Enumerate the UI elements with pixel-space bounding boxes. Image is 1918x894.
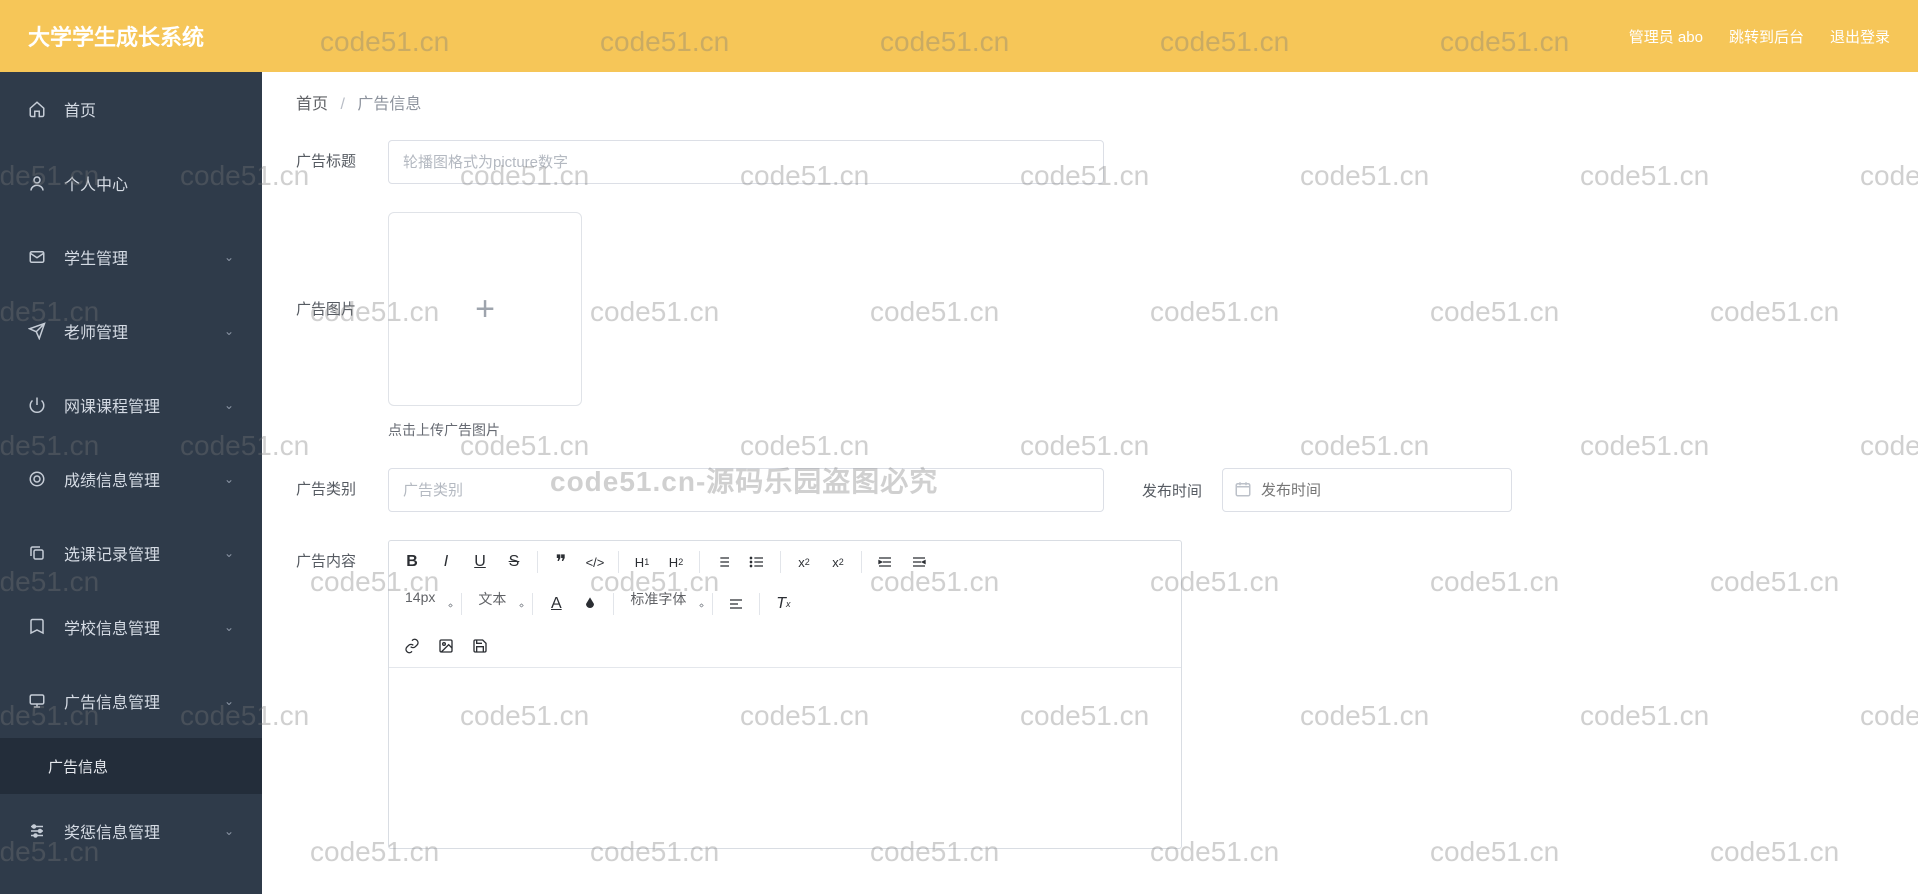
rich-text-editor: B I U S ❞ </> H1 H2 <box>388 540 1182 849</box>
sidebar-item-label: 学校信息管理 <box>64 615 224 639</box>
editor-body[interactable] <box>389 668 1181 848</box>
link-backstage[interactable]: 跳转到后台 <box>1729 26 1804 47</box>
label-pubtime: 发布时间 <box>1142 480 1222 501</box>
font-family-select[interactable]: 标准字体 <box>622 589 704 619</box>
sidebar-item-10[interactable]: 课程表管理⌄ <box>0 868 262 894</box>
sidebar-item-label: 奖惩信息管理 <box>64 819 224 843</box>
admin-label[interactable]: 管理员 abo <box>1629 26 1703 47</box>
underline-icon[interactable]: U <box>465 547 495 577</box>
editor-toolbar: B I U S ❞ </> H1 H2 <box>389 541 1181 668</box>
sidebar-item-label: 学生管理 <box>64 245 224 269</box>
sidebar-item-4[interactable]: 网课课程管理⌄ <box>0 368 262 442</box>
align-icon[interactable] <box>721 589 751 619</box>
breadcrumb-current: 广告信息 <box>357 96 421 113</box>
label-ad-image: 广告图片 <box>296 212 388 319</box>
unordered-list-icon[interactable] <box>742 547 772 577</box>
chevron-down-icon: ⌄ <box>224 694 234 708</box>
sidebar-item-6[interactable]: 选课记录管理⌄ <box>0 516 262 590</box>
link-logout[interactable]: 退出登录 <box>1830 26 1890 47</box>
upload-ad-image[interactable]: + <box>388 212 582 406</box>
monitor-icon <box>28 692 46 710</box>
label-ad-title: 广告标题 <box>296 140 388 171</box>
chevron-down-icon: ⌄ <box>224 546 234 560</box>
font-size-select[interactable]: 14px <box>397 589 453 619</box>
superscript-icon[interactable]: x2 <box>823 547 853 577</box>
sliders-icon <box>28 822 46 840</box>
breadcrumb: 首页 / 广告信息 <box>296 90 1888 114</box>
save-icon[interactable] <box>465 631 495 661</box>
chevron-down-icon: ⌄ <box>224 472 234 486</box>
sidebar-item-label: 网课课程管理 <box>64 393 224 417</box>
chevron-down-icon: ⌄ <box>224 324 234 338</box>
strike-icon[interactable]: S <box>499 547 529 577</box>
sidebar: 首页个人中心学生管理⌄老师管理⌄网课课程管理⌄成绩信息管理⌄选课记录管理⌄学校信… <box>0 72 262 894</box>
home-icon <box>28 100 46 118</box>
image-icon[interactable] <box>431 631 461 661</box>
code-icon[interactable]: </> <box>580 547 610 577</box>
app-title: 大学学生成长系统 <box>28 20 204 52</box>
sidebar-item-0[interactable]: 首页 <box>0 72 262 146</box>
chevron-down-icon: ⌄ <box>224 620 234 634</box>
sidebar-item-label: 首页 <box>64 97 234 121</box>
sidebar-item-2[interactable]: 学生管理⌄ <box>0 220 262 294</box>
breadcrumb-home[interactable]: 首页 <box>296 96 328 113</box>
send-icon <box>28 322 46 340</box>
font-color-icon[interactable]: A <box>541 589 571 619</box>
italic-icon[interactable]: I <box>431 547 461 577</box>
copy-icon <box>28 544 46 562</box>
indent-left-icon[interactable] <box>870 547 900 577</box>
indent-right-icon[interactable] <box>904 547 934 577</box>
sidebar-item-7[interactable]: 学校信息管理⌄ <box>0 590 262 664</box>
sidebar-item-1[interactable]: 个人中心 <box>0 146 262 220</box>
user-icon <box>28 174 46 192</box>
sidebar-item-label: 老师管理 <box>64 319 224 343</box>
input-pubtime[interactable] <box>1222 468 1512 512</box>
upload-hint: 点击上传广告图片 <box>388 420 582 440</box>
breadcrumb-sep: / <box>340 96 344 113</box>
target-icon <box>28 470 46 488</box>
bg-color-icon[interactable] <box>575 589 605 619</box>
h1-icon[interactable]: H1 <box>627 547 657 577</box>
power-icon <box>28 396 46 414</box>
bold-icon[interactable]: B <box>397 547 427 577</box>
sidebar-item-label: 广告信息管理 <box>64 689 224 713</box>
sidebar-item-label: 选课记录管理 <box>64 541 224 565</box>
label-ad-content: 广告内容 <box>296 540 388 571</box>
sidebar-subitem[interactable]: 广告信息 <box>0 738 262 794</box>
subscript-icon[interactable]: x2 <box>789 547 819 577</box>
sidebar-item-5[interactable]: 成绩信息管理⌄ <box>0 442 262 516</box>
sidebar-item-label: 成绩信息管理 <box>64 467 224 491</box>
sidebar-item-3[interactable]: 老师管理⌄ <box>0 294 262 368</box>
sidebar-item-label: 个人中心 <box>64 171 234 195</box>
sidebar-item-8[interactable]: 广告信息管理⌄ <box>0 664 262 738</box>
label-ad-category: 广告类别 <box>296 468 388 499</box>
chevron-down-icon: ⌄ <box>224 824 234 838</box>
mail-icon <box>28 248 46 266</box>
plus-icon: + <box>475 290 495 329</box>
sidebar-item-9[interactable]: 奖惩信息管理⌄ <box>0 794 262 868</box>
quote-icon[interactable]: ❞ <box>546 547 576 577</box>
input-ad-title[interactable] <box>388 140 1104 184</box>
sidebar-subitem-label: 广告信息 <box>48 756 108 777</box>
link-icon[interactable] <box>397 631 427 661</box>
chevron-down-icon: ⌄ <box>224 398 234 412</box>
app-header: 大学学生成长系统 管理员 abo 跳转到后台 退出登录 <box>0 0 1918 72</box>
input-ad-category[interactable] <box>388 468 1104 512</box>
chevron-down-icon: ⌄ <box>224 250 234 264</box>
calendar-icon <box>1234 480 1252 498</box>
book-icon <box>28 618 46 636</box>
ordered-list-icon[interactable] <box>708 547 738 577</box>
h2-icon[interactable]: H2 <box>661 547 691 577</box>
text-style-select[interactable]: 文本 <box>470 589 524 619</box>
clear-format-icon[interactable]: Tx <box>768 589 798 619</box>
main-content: 首页 / 广告信息 广告标题 广告图片 + 点击上传广告图片 广告类别 发布时间 <box>262 72 1918 894</box>
